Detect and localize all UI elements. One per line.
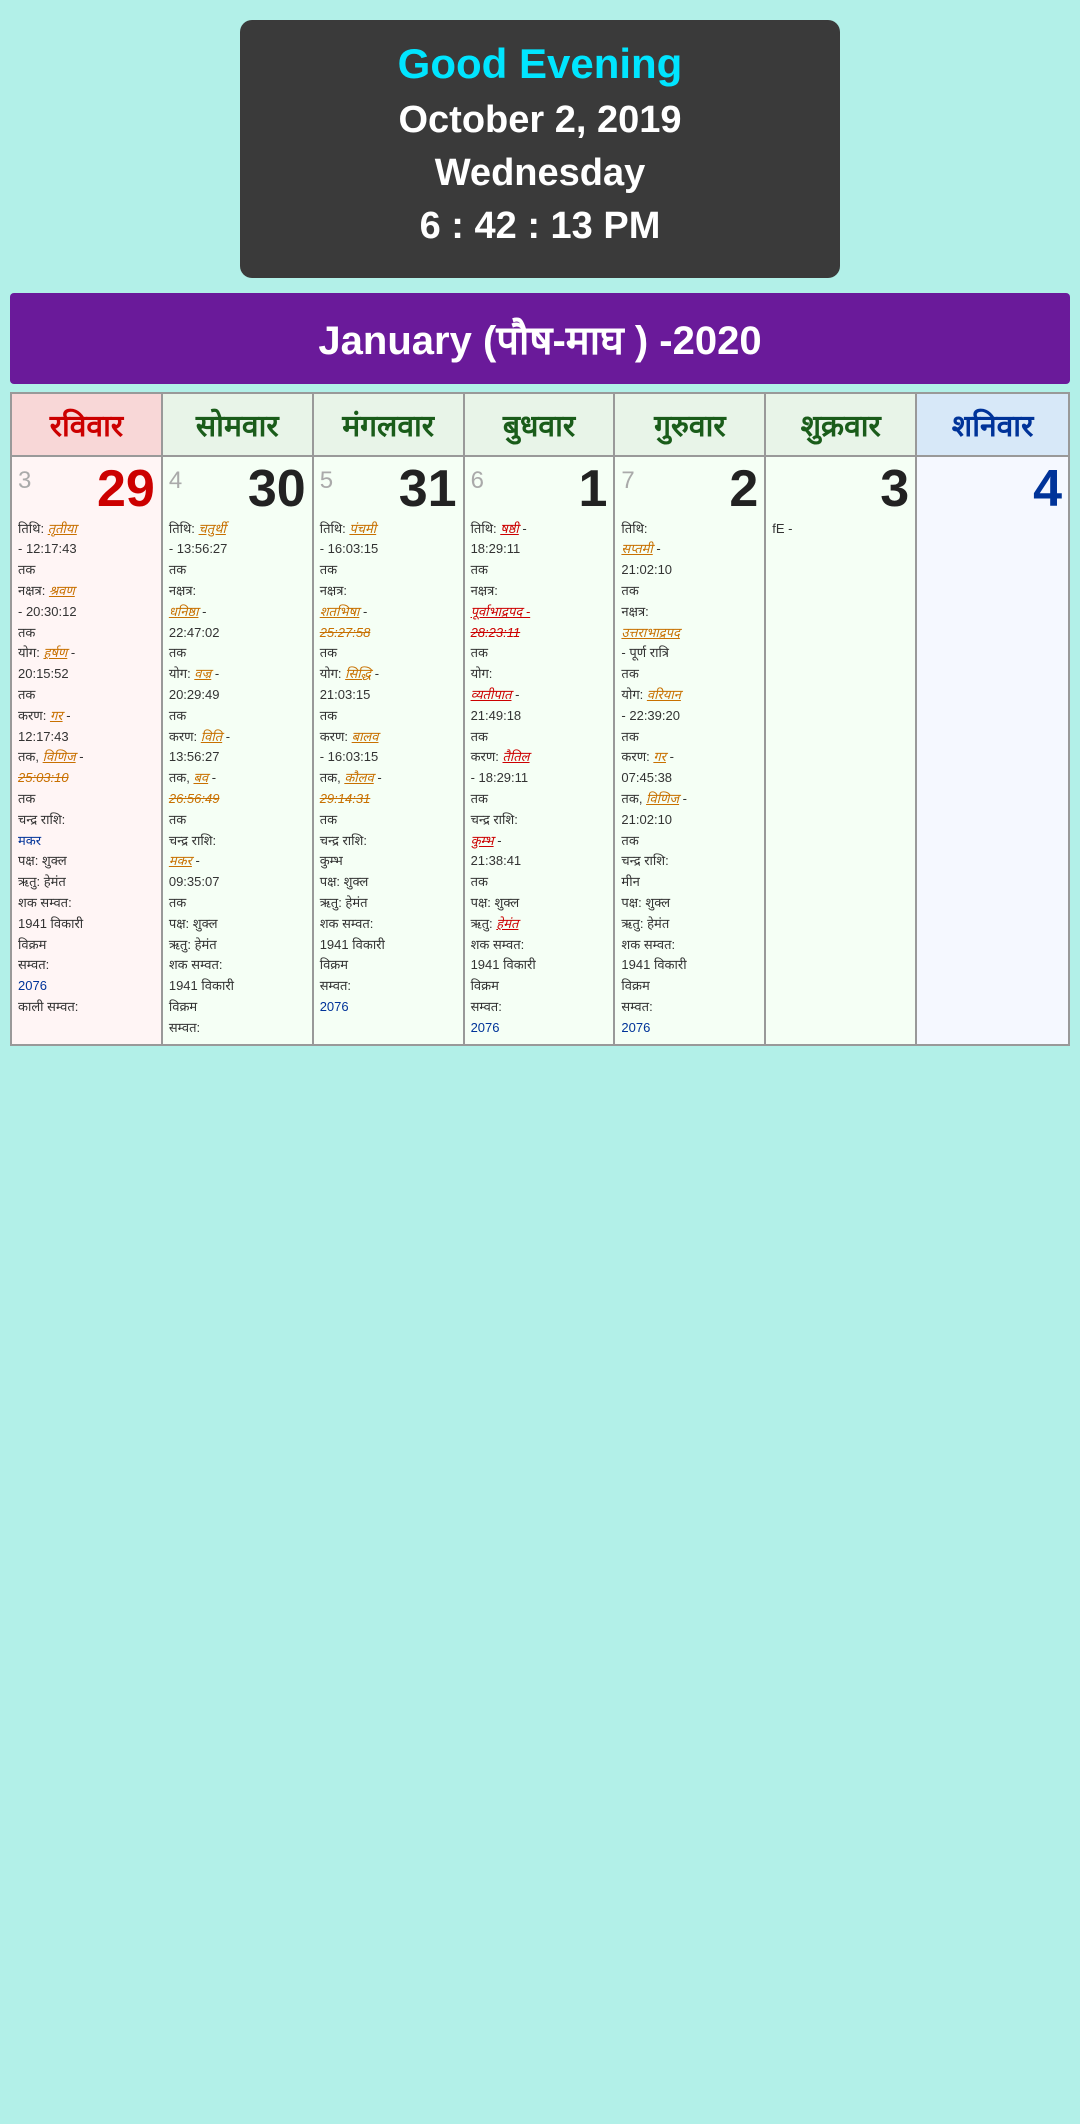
cell-dec31: 5 31 तिथि: पंचमी - 16:03:15 तक नक्षत्र: … (314, 457, 465, 1045)
cell-details: fE - (772, 519, 909, 540)
day-text: Wednesday (300, 147, 780, 200)
cell-jan3: 3 fE - (766, 457, 917, 1045)
cell-dec30: 4 30 तिथि: चतुर्थी - 13:56:27 तक नक्षत्र… (163, 457, 314, 1045)
prev-month-date: 3 (18, 463, 31, 499)
prev-month-date: 6 (471, 463, 484, 499)
date-number: 4 (1033, 463, 1062, 515)
cell-details: तिथि: चतुर्थी - 13:56:27 तक नक्षत्र: धनि… (169, 519, 306, 1039)
header-thursday: गुरुवार (615, 394, 766, 455)
cell-dec29: 3 29 तिथि: तृतीया - 12:17:43 तक नक्षत्र:… (12, 457, 163, 1045)
prev-month-date: 5 (320, 463, 333, 499)
month-header: January (पौष-माघ ) -2020 (10, 293, 1070, 384)
date-text: October 2, 2019 (300, 94, 780, 147)
date-number: 1 (579, 463, 608, 515)
greeting-text: Good Evening (300, 40, 780, 88)
header-section: Good Evening October 2, 2019 Wednesday 6… (0, 0, 1080, 293)
date-number: 2 (729, 463, 758, 515)
calendar-row-1: 3 29 तिथि: तृतीया - 12:17:43 तक नक्षत्र:… (12, 457, 1068, 1045)
header-sunday: रविवार (12, 394, 163, 455)
header-monday: सोमवार (163, 394, 314, 455)
date-number: 30 (248, 463, 306, 515)
header-saturday: शनिवार (917, 394, 1068, 455)
cell-details: तिथि: पंचमी - 16:03:15 तक नक्षत्र: शतभिष… (320, 519, 457, 1018)
cell-details: तिथि: षष्ठी - 18:29:11 तक नक्षत्र: पूर्व… (471, 519, 608, 1039)
header-tuesday: मंगलवार (314, 394, 465, 455)
date-number: 29 (97, 463, 155, 515)
cell-jan2: 7 2 तिथि: सप्तमी - 21:02:10 तक नक्षत्र: … (615, 457, 766, 1045)
date-number: 3 (880, 463, 909, 515)
cell-jan1: 6 1 तिथि: षष्ठी - 18:29:11 तक नक्षत्र: प… (465, 457, 616, 1045)
date-number: 31 (399, 463, 457, 515)
cell-details: तिथि: सप्तमी - 21:02:10 तक नक्षत्र: उत्त… (621, 519, 758, 1039)
prev-month-date: 7 (621, 463, 634, 499)
calendar-grid: रविवार सोमवार मंगलवार बुधवार गुरुवार शुक… (10, 392, 1070, 1047)
header-box: Good Evening October 2, 2019 Wednesday 6… (240, 20, 840, 278)
prev-month-date: 4 (169, 463, 182, 499)
header-wednesday: बुधवार (465, 394, 616, 455)
header-friday: शुक्रवार (766, 394, 917, 455)
cell-jan4: 4 (917, 457, 1068, 1045)
time-text: 6 : 42 : 13 PM (300, 200, 780, 253)
cell-details: तिथि: तृतीया - 12:17:43 तक नक्षत्र: श्रव… (18, 519, 155, 1018)
day-headers-row: रविवार सोमवार मंगलवार बुधवार गुरुवार शुक… (12, 394, 1068, 457)
